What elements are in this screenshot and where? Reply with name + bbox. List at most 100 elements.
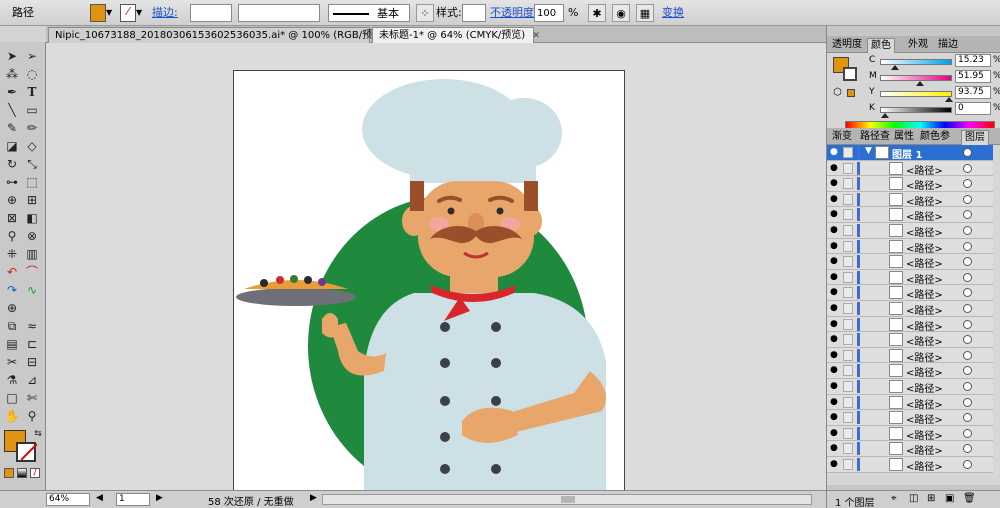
- zoom-select[interactable]: 64%: [46, 493, 90, 506]
- gamut-warning-swatch[interactable]: [847, 89, 855, 97]
- eraser-tool-icon[interactable]: ◇: [24, 138, 40, 154]
- color-channel-k[interactable]: K 0 %: [869, 102, 1000, 118]
- target-circle-icon[interactable]: [963, 241, 972, 251]
- lasso-tool-icon[interactable]: ◌: [24, 66, 40, 82]
- visibility-eye-icon[interactable]: ●: [830, 460, 842, 469]
- close-icon[interactable]: ✕: [532, 29, 540, 44]
- brush-select[interactable]: 基本: [328, 4, 410, 22]
- variable-width-select[interactable]: [238, 4, 320, 22]
- magic-wand-tool-icon[interactable]: ⁂: [4, 66, 20, 82]
- layer-row[interactable]: ● <路径>: [827, 410, 993, 426]
- lock-toggle[interactable]: [843, 381, 853, 392]
- layer-row[interactable]: ● <路径>: [827, 316, 993, 333]
- stroke-weight-select[interactable]: [190, 4, 232, 22]
- layer-row[interactable]: ● <路径>: [827, 191, 993, 208]
- lock-toggle[interactable]: [843, 256, 853, 268]
- lock-toggle[interactable]: [843, 147, 853, 158]
- lock-toggle[interactable]: [843, 303, 853, 314]
- gradient-tool-icon[interactable]: ◧: [24, 210, 40, 226]
- red-curve-tool-icon[interactable]: ↶: [4, 264, 20, 280]
- layer-row[interactable]: ● <路径>: [827, 160, 993, 177]
- fill-color-swatch[interactable]: [90, 4, 106, 22]
- opacity-input[interactable]: 100: [534, 4, 564, 22]
- opacity-link[interactable]: 不透明度:: [490, 4, 538, 22]
- channel-slider[interactable]: [880, 59, 952, 70]
- lock-toggle[interactable]: [843, 178, 853, 190]
- measure-tool-icon[interactable]: ⊿: [24, 372, 40, 388]
- canvas-area[interactable]: [46, 43, 826, 490]
- tab-appearance[interactable]: 外观: [905, 38, 931, 53]
- blue-curve-tool-icon[interactable]: ↷: [4, 282, 20, 298]
- visibility-eye-icon[interactable]: ●: [830, 288, 842, 297]
- visibility-eye-icon[interactable]: ●: [830, 366, 842, 375]
- document-tab-untitled[interactable]: 未标题-1* @ 64% (CMYK/预览) ✕: [372, 27, 540, 43]
- color-channel-c[interactable]: C 15.23 %: [869, 54, 1000, 70]
- lock-toggle[interactable]: [843, 365, 853, 377]
- rectangle-tool-icon[interactable]: ▭: [24, 102, 40, 118]
- eyedropper-tool-icon[interactable]: ⚲: [4, 228, 20, 244]
- layer-row[interactable]: ● <路径>: [827, 394, 993, 411]
- isolate-icon[interactable]: ◉: [612, 4, 630, 22]
- channel-value-input[interactable]: 51.95: [955, 70, 991, 83]
- target-circle-icon[interactable]: [963, 366, 972, 376]
- lock-toggle[interactable]: [843, 193, 853, 205]
- new-sublayer-icon[interactable]: ⊞: [927, 493, 935, 504]
- visibility-eye-icon[interactable]: ●: [830, 382, 842, 391]
- layer-row[interactable]: ● <路径>: [827, 238, 993, 255]
- layer-row[interactable]: ● <路径>: [827, 363, 993, 379]
- target-circle-icon[interactable]: [963, 272, 972, 282]
- lock-toggle[interactable]: [843, 318, 853, 330]
- warp-tool-icon[interactable]: ≈: [24, 318, 40, 334]
- lock-toggle[interactable]: [843, 443, 853, 455]
- swap-colors-icon[interactable]: ⇆: [30, 426, 46, 442]
- layer-row[interactable]: ● <路径>: [827, 332, 993, 348]
- visibility-eye-icon[interactable]: ●: [830, 257, 842, 266]
- lock-toggle[interactable]: [843, 334, 853, 346]
- target-circle-icon[interactable]: [963, 210, 972, 220]
- visibility-eye-icon[interactable]: ●: [830, 226, 842, 235]
- line-tool-icon[interactable]: ╲: [4, 102, 20, 118]
- target-circle-icon[interactable]: [963, 194, 972, 204]
- channel-slider-marker[interactable]: [881, 113, 889, 118]
- lock-toggle[interactable]: [843, 459, 853, 470]
- scissors-tool-icon[interactable]: ✂: [4, 354, 20, 370]
- target-circle-icon[interactable]: [963, 413, 972, 423]
- target-circle-icon[interactable]: [963, 397, 972, 407]
- lock-toggle[interactable]: [843, 209, 853, 221]
- visibility-eye-icon[interactable]: ●: [830, 397, 842, 407]
- lock-toggle[interactable]: [843, 412, 853, 424]
- none-mode-icon[interactable]: /: [30, 468, 40, 478]
- mesh-tool-icon[interactable]: ⊠: [4, 210, 20, 226]
- color-channel-m[interactable]: M 51.95 %: [869, 70, 1000, 86]
- lock-toggle[interactable]: [843, 396, 853, 408]
- layer-row[interactable]: ● <路径>: [827, 347, 993, 364]
- target-circle-icon[interactable]: [963, 226, 972, 235]
- target-tool-icon[interactable]: ⊕: [4, 300, 20, 316]
- crop-tool-icon[interactable]: ⊏: [24, 336, 40, 352]
- scissors-small-tool-icon[interactable]: ✄: [24, 390, 40, 406]
- shape-builder-tool-icon[interactable]: ⊕: [4, 192, 20, 208]
- tab-transparency[interactable]: 透明度: [829, 38, 865, 53]
- document-tab-nipic[interactable]: Nipic_10673188_20180306153602536035.ai* …: [48, 27, 401, 43]
- target-circle-icon[interactable]: [963, 428, 972, 438]
- width-tool-icon[interactable]: ⊶: [4, 174, 20, 190]
- type-tool-icon[interactable]: T: [24, 84, 40, 100]
- tab-stroke[interactable]: 描边: [935, 38, 961, 53]
- reset-brush-icon[interactable]: ⁘: [416, 4, 434, 22]
- style-select[interactable]: [462, 4, 486, 22]
- visibility-eye-icon[interactable]: ●: [830, 319, 842, 329]
- channel-slider[interactable]: [880, 91, 953, 102]
- visibility-eye-icon[interactable]: ●: [830, 241, 842, 251]
- expand-layer-icon[interactable]: ▼: [865, 146, 872, 156]
- next-artboard-icon[interactable]: ▶: [156, 493, 163, 503]
- crop-area-tool-icon[interactable]: □: [4, 390, 20, 406]
- locate-object-icon[interactable]: ⌖: [891, 493, 897, 504]
- stroke-color-box[interactable]: [16, 442, 38, 462]
- layer-row[interactable]: ● <路径>: [827, 379, 993, 395]
- slice-tool-icon[interactable]: ▤: [4, 336, 20, 352]
- target-circle-icon[interactable]: [963, 444, 972, 454]
- visibility-eye-icon[interactable]: ●: [830, 179, 842, 188]
- target-circle-icon[interactable]: [963, 319, 972, 329]
- align-icon[interactable]: ▦: [636, 4, 654, 22]
- transform-link[interactable]: 变换: [662, 4, 684, 22]
